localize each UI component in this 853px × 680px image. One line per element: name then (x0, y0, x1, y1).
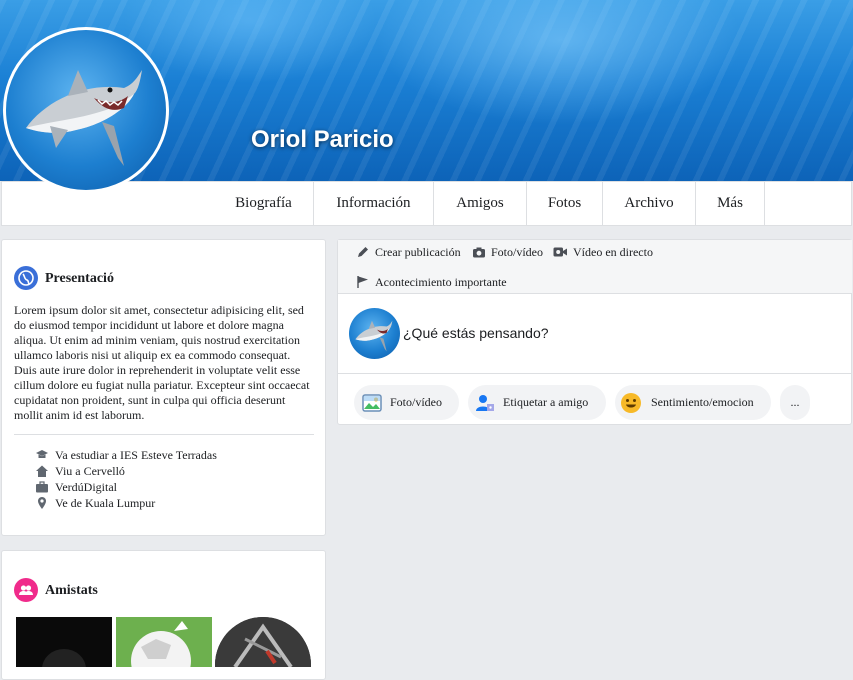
composer-tabs: Crear publicación Foto/vídeo Vídeo en di… (338, 240, 852, 294)
bio-text: Lorem ipsum dolor sit amet, consectetur … (14, 303, 310, 422)
smiley-icon (621, 393, 641, 413)
tag-friend-icon (476, 395, 494, 411)
video-camera-icon (553, 247, 567, 257)
globe-icon (14, 266, 38, 290)
tab-biografia[interactable]: Biografía (214, 182, 314, 225)
friends-title: Amistats (45, 583, 98, 598)
home-icon (36, 465, 48, 477)
info-home-text: Viu a Cervelló (55, 464, 125, 478)
friend-photo[interactable] (215, 617, 311, 667)
shark-image (355, 320, 393, 352)
action-label: Foto/vídeo (390, 395, 443, 409)
friends-card: Amistats (1, 550, 326, 680)
flag-icon (357, 276, 368, 288)
profile-navbar: Biografía Información Amigos Fotos Archi… (1, 181, 852, 226)
tab-archivo[interactable]: Archivo (603, 182, 696, 225)
action-label: ... (790, 395, 800, 409)
tab-amigos[interactable]: Amigos (434, 182, 527, 225)
divider (14, 434, 314, 435)
info-work-text: VerdúDigital (55, 480, 117, 494)
pencil-icon (358, 247, 368, 257)
shark-image (26, 70, 142, 166)
composer-tab-label: Vídeo en directo (573, 245, 653, 259)
action-label: Etiquetar a amigo (503, 395, 589, 409)
profile-name[interactable]: Oriol Paricio (251, 126, 394, 154)
divider (338, 373, 851, 374)
composer-tab-label: Acontecimiento importante (375, 275, 507, 289)
post-composer: Crear publicación Foto/vídeo Vídeo en di… (337, 239, 852, 425)
composer-avatar[interactable] (349, 308, 400, 359)
profile-picture[interactable] (3, 27, 169, 193)
action-label: Sentimiento/emocion (651, 395, 754, 409)
info-school-text: Va estudiar a IES Esteve Terradas (55, 448, 217, 462)
action-photo-video[interactable]: Foto/vídeo (354, 385, 459, 420)
tab-informacion[interactable]: Información (314, 182, 434, 225)
graduation-cap-icon (36, 450, 48, 458)
presentation-title: Presentació (45, 271, 114, 286)
more-icon[interactable]: ... (780, 385, 810, 420)
camera-icon (473, 247, 485, 258)
friend-photo[interactable] (116, 617, 212, 667)
info-origin-text: Ve de Kuala Lumpur (55, 496, 156, 510)
friend-photo[interactable] (16, 617, 112, 667)
presentation-card: Presentació Lorem ipsum dolor sit amet, … (1, 239, 326, 536)
composer-input[interactable]: ¿Qué estás pensando? (403, 325, 549, 341)
tab-mas[interactable]: Más (696, 182, 765, 225)
briefcase-icon (36, 481, 48, 493)
action-feeling[interactable]: Sentimiento/emocion (615, 385, 771, 420)
location-pin-icon (38, 497, 46, 509)
composer-tab-label: Crear publicación (375, 245, 461, 259)
friends-icon (14, 578, 38, 602)
tab-fotos[interactable]: Fotos (527, 182, 603, 225)
composer-tab-label: Foto/vídeo (491, 245, 544, 259)
action-tag-friend[interactable]: Etiquetar a amigo (468, 385, 606, 420)
photo-icon (362, 394, 382, 412)
